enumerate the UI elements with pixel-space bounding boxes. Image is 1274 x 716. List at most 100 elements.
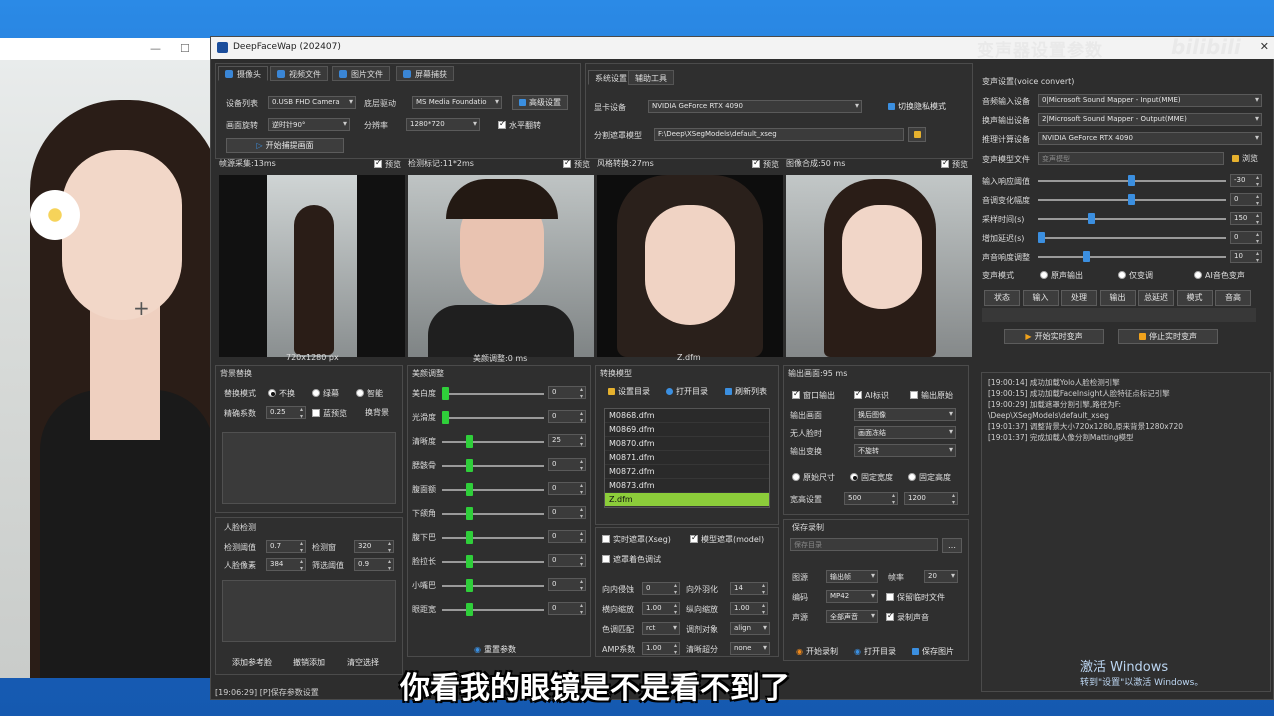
audio-input-select[interactable]: 0|Microsoft Sound Mapper - Input(MME) [1038, 94, 1262, 107]
voice-slider-track[interactable] [1038, 218, 1226, 220]
start-voice-button[interactable]: ▶ 开始实时变声 [1004, 329, 1104, 344]
beauty-value-spinbox[interactable]: 0 [548, 554, 586, 568]
model-list-item[interactable]: M0870.dfm [605, 437, 769, 451]
voice-status-tab[interactable]: 音高 [1215, 290, 1251, 306]
beauty-slider-handle[interactable] [442, 387, 449, 400]
window-output-checkbox[interactable]: 窗口输出 [792, 389, 835, 401]
beauty-slider-handle[interactable] [466, 435, 473, 448]
save-image-button[interactable]: 保存图片 [906, 644, 960, 659]
voice-slider-handle[interactable] [1128, 194, 1135, 205]
beauty-slider-handle[interactable] [466, 507, 473, 520]
clear-selection-button[interactable]: 清空选择 [338, 655, 388, 670]
model-list-item[interactable]: M0871.dfm [605, 451, 769, 465]
height-spinbox[interactable]: 1200 [904, 492, 958, 506]
outer-feather-spinbox[interactable]: 14 [730, 582, 768, 596]
beauty-slider-handle[interactable] [442, 411, 449, 424]
fps-select[interactable]: 20 [924, 570, 958, 583]
beauty-value-spinbox[interactable]: 0 [548, 458, 586, 472]
voice-status-tab[interactable]: 状态 [984, 290, 1020, 306]
beauty-value-spinbox[interactable]: 0 [548, 578, 586, 592]
face-pixel-spinbox[interactable]: 384 [266, 558, 306, 572]
beauty-value-spinbox[interactable]: 0 [548, 410, 586, 424]
model-list-item[interactable]: M0872.dfm [605, 465, 769, 479]
voice-slider-track[interactable] [1038, 256, 1226, 258]
output-transform-select[interactable]: 不旋转 [854, 444, 956, 457]
beauty-slider-track[interactable] [442, 537, 544, 539]
voice-value-spinbox[interactable]: 0 [1230, 193, 1262, 207]
pitch-only-radio[interactable]: 仅变调 [1118, 270, 1153, 281]
voice-slider-track[interactable] [1038, 237, 1226, 239]
voice-slider-handle[interactable] [1088, 213, 1096, 224]
fixed-width-radio[interactable]: 固定宽度 [850, 472, 893, 483]
mask-model-path[interactable]: F:\Deep\XSegModels\default_xseg [654, 128, 904, 141]
driver-select[interactable]: MS Media Foundatio [412, 96, 502, 109]
rotate-select[interactable]: 逆时针90° [268, 118, 350, 131]
beauty-slider-track[interactable] [442, 489, 544, 491]
device-select[interactable]: 0.USB FHD Camera [268, 96, 356, 109]
color-match-select[interactable]: rct [642, 622, 680, 635]
blue-preview-checkbox[interactable]: 蓝预览 [312, 408, 347, 419]
voice-status-tab[interactable]: 模式 [1176, 290, 1213, 306]
voice-slider-handle[interactable] [1128, 175, 1135, 186]
mask-color-checkbox[interactable]: 遮罩着色调试 [602, 554, 661, 565]
codec-select[interactable]: MP42 [826, 590, 878, 603]
preview-checkbox[interactable]: 预览 [752, 158, 779, 170]
beauty-slider-track[interactable] [442, 441, 544, 443]
undo-add-button[interactable]: 撤销添加 [284, 655, 334, 670]
beauty-slider-handle[interactable] [466, 603, 473, 616]
model-list-item[interactable]: M0869.dfm [605, 423, 769, 437]
detect-window-spinbox[interactable]: 320 [354, 540, 394, 554]
set-directory-button[interactable]: 设置目录 [602, 384, 656, 399]
precision-spinbox[interactable]: 0.25 [266, 406, 306, 420]
add-reference-face-button[interactable]: 添加参考脸 [224, 655, 280, 670]
beauty-value-spinbox[interactable]: 0 [548, 386, 586, 400]
beauty-slider-track[interactable] [442, 465, 544, 467]
model-list[interactable]: M0868.dfm M0869.dfm M0870.dfm M0871.dfm M087… [604, 408, 770, 508]
model-list-item[interactable]: Z.dfm [605, 493, 769, 507]
voice-value-spinbox[interactable]: -30 [1230, 174, 1262, 188]
replace-smart-radio[interactable]: 智能 [356, 388, 383, 399]
keep-temp-checkbox[interactable]: 保留临时文件 [886, 592, 945, 603]
beauty-slider-track[interactable] [442, 513, 544, 515]
change-background-button[interactable]: 换背景 [358, 405, 396, 420]
model-list-item[interactable]: M0868.dfm [605, 409, 769, 423]
tab-image-file[interactable]: 图片文件 [332, 66, 390, 81]
ai-voice-radio[interactable]: AI音色变声 [1194, 270, 1245, 281]
voice-value-spinbox[interactable]: 10 [1230, 250, 1262, 264]
output-original-checkbox[interactable]: 输出原始 [910, 390, 953, 401]
inner-erode-spinbox[interactable]: 0 [642, 582, 680, 596]
beauty-slider-track[interactable] [442, 417, 544, 419]
voice-model-input[interactable]: 变声模型 [1038, 152, 1224, 165]
open-directory-button[interactable]: 打开目录 [660, 384, 714, 399]
compute-device-select[interactable]: NVIDIA GeForce RTX 4090 [1038, 132, 1262, 145]
beauty-value-spinbox[interactable]: 0 [548, 530, 586, 544]
replace-green-radio[interactable]: 绿幕 [312, 388, 339, 399]
record-source-select[interactable]: 输出帧 [826, 570, 878, 583]
tab-camera[interactable]: 摄像头 [218, 66, 268, 81]
privacy-mode-button[interactable]: 切换隐私模式 [880, 99, 954, 114]
maximize-icon[interactable]: ☐ [180, 42, 190, 55]
mask-folder-button[interactable] [908, 127, 926, 142]
voice-status-tab[interactable]: 输出 [1099, 290, 1136, 306]
original-size-radio[interactable]: 原始尺寸 [792, 472, 835, 483]
stop-voice-button[interactable]: 停止实时变声 [1118, 329, 1218, 344]
preview-checkbox[interactable]: 预览 [941, 158, 968, 170]
start-capture-button[interactable]: ▷ 开始捕提画面 [226, 138, 344, 153]
horizontal-scale-spinbox[interactable]: 1.00 [642, 602, 680, 616]
voice-value-spinbox[interactable]: 150 [1230, 212, 1262, 226]
beauty-slider-handle[interactable] [466, 483, 473, 496]
preview-checkbox[interactable]: 预览 [563, 158, 590, 170]
replace-none-radio[interactable]: 不换 [268, 388, 295, 399]
save-directory-input[interactable]: 保存目录 [790, 538, 938, 551]
filter-threshold-spinbox[interactable]: 0.9 [354, 558, 394, 572]
gpu-select[interactable]: NVIDIA GeForce RTX 4090 [648, 100, 862, 113]
beauty-slider-track[interactable] [442, 609, 544, 611]
minimize-icon[interactable]: — [150, 42, 161, 55]
tab-video-file[interactable]: 视频文件 [270, 66, 328, 81]
detect-threshold-spinbox[interactable]: 0.7 [266, 540, 306, 554]
beauty-value-spinbox[interactable]: 0 [548, 602, 586, 616]
start-record-button[interactable]: ◉ 开始录制 [790, 644, 844, 659]
record-audio-checkbox[interactable]: 录制声音 [886, 611, 929, 623]
browse-voice-model-button[interactable]: 浏览 [1228, 151, 1262, 166]
adjust-target-select[interactable]: align [730, 622, 770, 635]
